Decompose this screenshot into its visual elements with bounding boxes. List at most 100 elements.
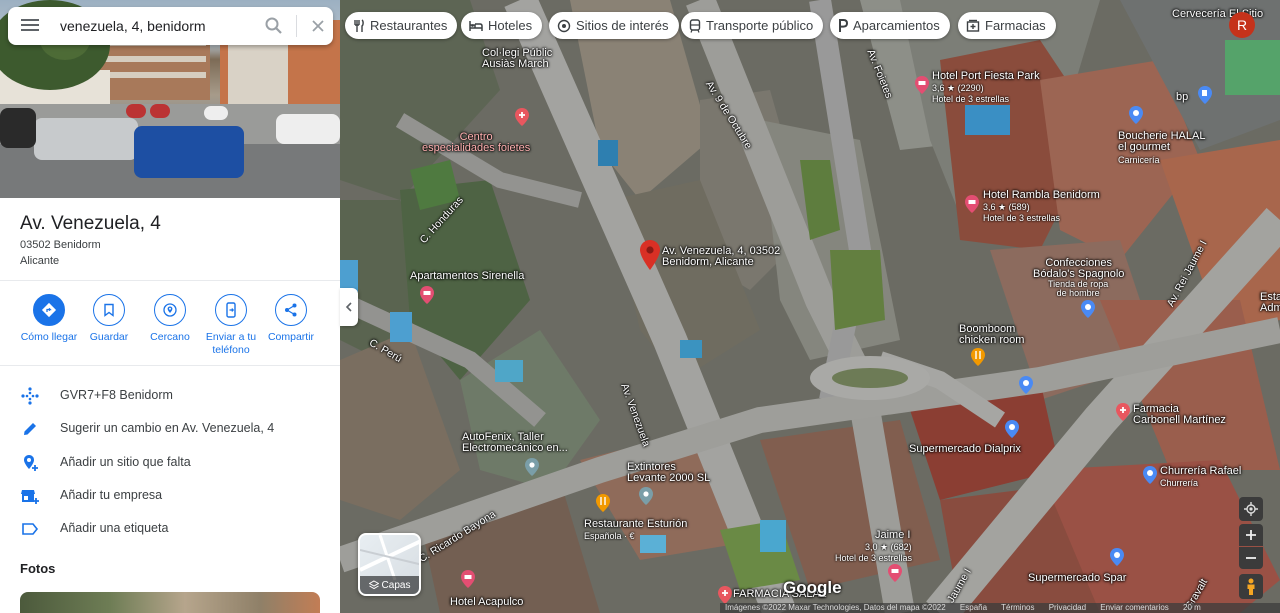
chip-transporte-label: Transporte público [706,18,814,33]
satellite-map[interactable]: Col·legi Públic Ausiàs March Centro especi… [340,0,1280,613]
poi-hotel-acapulco-label[interactable]: Hotel Acapulco [450,597,523,608]
poi-hotel-port-label[interactable]: Hotel Port Fiesta Park [932,71,1040,82]
poi-confecciones-label[interactable]: Confecciones Bódalo's Spagnolo [1033,258,1124,280]
poi-esta-label[interactable]: Esta Adm [1260,292,1280,314]
directions-icon [33,294,65,326]
poi-jaime-type: Hotel de 3 estrellas [835,553,913,563]
poi-colegio-label[interactable]: Col·legi Públic Ausiàs March [482,48,552,70]
restaurant-pin-icon[interactable] [971,348,985,366]
add-place-row[interactable]: Añadir un sitio que falta [0,446,340,478]
shop-pin-icon[interactable] [1143,466,1157,484]
hotel-pin-icon[interactable] [461,570,475,588]
pharmacy-pin-icon[interactable] [718,586,732,604]
privacy-link[interactable]: Privacidad [1049,603,1086,612]
feedback-link[interactable]: Enviar comentarios [1100,603,1168,612]
save-label: Guardar [89,331,129,343]
pegman-icon [1247,578,1255,595]
add-place-icon [20,453,40,473]
photo-thumbnail[interactable] [20,592,320,613]
hotel-pin-icon[interactable] [420,286,434,304]
plus-code-row[interactable]: GVR7+F8 Benidorm [0,379,340,411]
parking-icon [839,18,848,32]
layers-icon [368,580,379,590]
hotel-pin-icon[interactable] [888,564,902,582]
hotel-pin-icon[interactable] [965,195,979,213]
menu-icon[interactable] [20,16,40,36]
poi-hotel-rambla-rating: 3,6 ★ (589) [983,202,1030,212]
chip-sitios-label: Sitios de interés [576,18,669,33]
poi-bp-label[interactable]: bp [1176,92,1188,103]
service-pin-icon[interactable] [525,458,539,476]
terms-link[interactable]: Términos [1001,603,1034,612]
transit-icon [689,18,701,33]
zoom-out-button[interactable] [1239,547,1263,569]
pharmacy-pin-icon[interactable] [1116,403,1130,421]
pencil-icon [20,419,40,439]
add-business-row[interactable]: Añadir tu empresa [0,479,340,511]
poi-churreria-label[interactable]: Churrería Rafael [1160,466,1241,477]
place-title: Av. Venezuela, 4 [20,213,161,234]
save-button[interactable]: Guardar [78,294,140,344]
region-link[interactable]: España [960,603,987,612]
collapse-panel-button[interactable] [340,288,358,326]
poi-supermercado-spar-label[interactable]: Supermercado Spar [1028,573,1126,584]
shop-pin-icon[interactable] [1129,106,1143,124]
plus-code-text: GVR7+F8 Benidorm [60,388,173,402]
chip-restaurantes-label: Restaurantes [370,18,448,33]
hospital-pin-icon[interactable] [515,108,529,126]
poi-boomboom-label[interactable]: Boomboom chicken room [959,324,1024,346]
poi-autofenix-label[interactable]: AutoFenix, Taller Electromecánico en... [462,432,568,454]
chip-aparcamientos[interactable]: Aparcamientos [830,12,950,39]
my-location-button[interactable] [1239,497,1263,521]
shop-pin-icon[interactable] [1019,376,1033,394]
scale-label[interactable]: 20 m [1183,603,1201,612]
search-box [8,7,333,45]
directions-button[interactable]: Cómo llegar [18,294,80,344]
chip-transporte-publico[interactable]: Transporte público [681,12,824,39]
label-icon [20,519,40,539]
chip-hoteles[interactable]: Hoteles [461,12,543,39]
account-avatar[interactable]: R [1229,12,1255,38]
chip-restaurantes[interactable]: Restaurantes [345,12,458,39]
search-divider [296,15,297,37]
poi-centro-label[interactable]: Centro especialidades foietes [422,132,530,154]
hotel-pin-icon[interactable] [915,76,929,94]
shop-pin-icon[interactable] [1005,420,1019,438]
search-input[interactable] [60,16,250,36]
photos-heading: Fotos [20,561,56,576]
search-icon[interactable] [264,16,284,36]
poi-jaime-label[interactable]: Jaime I [875,530,910,541]
layers-label: Capas [360,576,419,594]
suggest-edit-row[interactable]: Sugerir un cambio en Av. Venezuela, 4 [0,412,340,444]
selected-location-pin-icon[interactable] [640,240,660,270]
restaurant-pin-icon[interactable] [596,494,610,512]
layers-button[interactable]: Capas [358,533,421,596]
street-view-button[interactable] [1239,574,1263,599]
add-label-row[interactable]: Añadir una etiqueta [0,512,340,544]
poi-farmacia-carbonell-label[interactable]: Farmacia Carbonell Martínez [1133,404,1226,426]
nearby-button[interactable]: Cercano [139,294,201,344]
chip-hoteles-label: Hoteles [488,18,533,33]
add-place-text: Añadir un sitio que falta [60,455,191,469]
poi-boucherie-label[interactable]: Boucherie HALAL el gourmet [1118,131,1205,153]
poi-apartamentos-label[interactable]: Apartamentos Sirenella [410,271,524,282]
shop-pin-icon[interactable] [1081,300,1095,318]
minus-icon [1246,557,1256,559]
chip-farmacias[interactable]: Farmacias [958,12,1056,39]
chip-sitios-de-interes[interactable]: Sitios de interés [549,12,679,39]
poi-extintores-label[interactable]: Extintores Levante 2000 SL [627,462,710,484]
imagery-credit: Imágenes ©2022 Maxar Technologies, Datos… [725,603,946,612]
send-to-phone-button[interactable]: Enviar a tu teléfono [200,294,262,357]
balcony [96,56,206,62]
poi-hotel-rambla-label[interactable]: Hotel Rambla Benidorm [983,190,1100,201]
poi-restaurante-label[interactable]: Restaurante Esturión [584,519,687,530]
gas-station-pin-icon[interactable] [1198,86,1212,104]
hotel-icon [469,20,483,31]
share-button[interactable]: Compartir [260,294,322,344]
shop-pin-icon[interactable] [1110,548,1124,566]
plus-code-icon [20,386,40,406]
close-icon[interactable] [308,16,328,36]
zoom-in-button[interactable] [1239,524,1263,546]
poi-supermercado-dialprix-label[interactable]: Supermercado Dialprix [909,444,1021,455]
service-pin-icon[interactable] [639,487,653,505]
